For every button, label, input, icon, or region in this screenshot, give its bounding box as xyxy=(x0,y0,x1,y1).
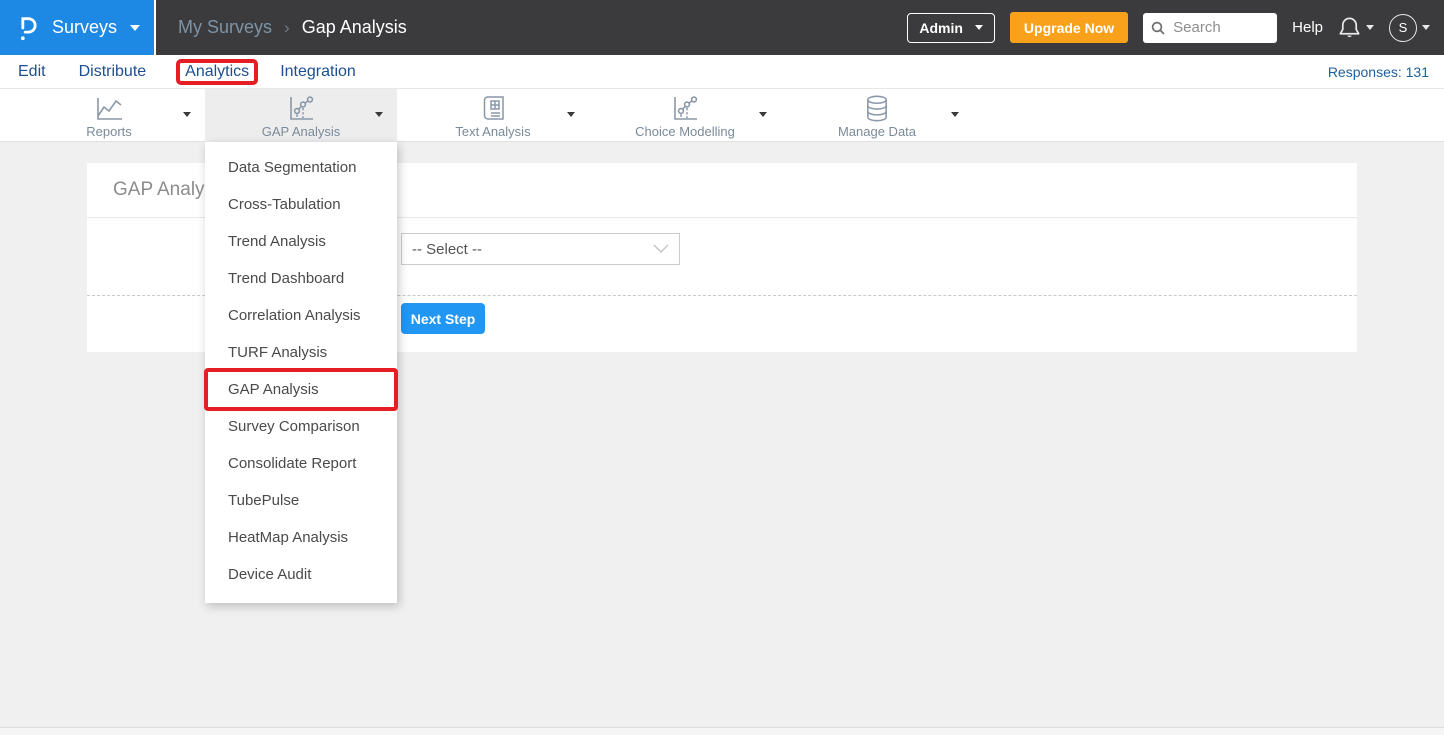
text-document-icon xyxy=(480,93,507,123)
question-select-value: -- Select -- xyxy=(412,241,482,258)
toolbar-item-label: Reports xyxy=(86,124,132,139)
account-menu[interactable]: S xyxy=(1389,14,1430,42)
chevron-down-icon xyxy=(975,25,983,30)
search-input[interactable] xyxy=(1171,18,1263,37)
tab-edit[interactable]: Edit xyxy=(18,63,46,81)
toolbar-item-label: Text Analysis xyxy=(455,124,530,139)
menu-item-data-segmentation[interactable]: Data Segmentation xyxy=(205,149,397,186)
questionpro-logo-icon xyxy=(16,14,39,42)
search-icon xyxy=(1151,21,1165,35)
breadcrumb-separator: › xyxy=(284,18,290,38)
menu-item-correlation-analysis[interactable]: Correlation Analysis xyxy=(205,297,397,334)
tab-integration[interactable]: Integration xyxy=(280,63,356,81)
surveys-product-menu[interactable]: Surveys xyxy=(0,0,156,55)
tab-analytics[interactable]: Analytics xyxy=(176,59,258,85)
responses-count: Responses: 131 xyxy=(1328,64,1429,80)
chevron-down-icon xyxy=(1366,25,1374,30)
database-icon xyxy=(863,93,891,123)
toolbar-item-choice-modelling[interactable]: Choice Modelling xyxy=(589,89,781,142)
chevron-down-icon xyxy=(1422,25,1430,30)
menu-item-trend-dashboard[interactable]: Trend Dashboard xyxy=(205,260,397,297)
avatar: S xyxy=(1389,14,1417,42)
breadcrumb-current: Gap Analysis xyxy=(302,17,407,38)
gap-analysis-dropdown-menu: Data Segmentation Cross-Tabulation Trend… xyxy=(205,142,397,603)
next-step-button[interactable]: Next Step xyxy=(401,303,485,334)
toolbar-item-label: Choice Modelling xyxy=(635,124,735,139)
menu-item-trend-analysis[interactable]: Trend Analysis xyxy=(205,223,397,260)
toolbar-item-label: GAP Analysis xyxy=(262,124,341,139)
chevron-down-icon xyxy=(375,112,383,117)
toolbar-item-text-analysis[interactable]: Text Analysis xyxy=(397,89,589,142)
admin-dropdown-button[interactable]: Admin xyxy=(907,13,995,43)
toolbar-item-manage-data[interactable]: Manage Data xyxy=(781,89,973,142)
menu-item-consolidate-report[interactable]: Consolidate Report xyxy=(205,445,397,482)
chevron-down-icon xyxy=(567,112,575,117)
chevron-down-icon xyxy=(130,25,140,31)
breadcrumb-my-surveys[interactable]: My Surveys xyxy=(178,17,272,38)
survey-nav-bar: Edit Distribute Analytics Integration Re… xyxy=(0,55,1444,89)
breadcrumb: My Surveys › Gap Analysis xyxy=(178,17,407,38)
menu-item-survey-comparison[interactable]: Survey Comparison xyxy=(205,408,397,445)
chevron-down-icon xyxy=(183,112,191,117)
tab-analytics-label: Analytics xyxy=(185,63,249,83)
footer-bar xyxy=(0,727,1444,735)
menu-item-tubepulse[interactable]: TubePulse xyxy=(205,482,397,519)
menu-item-label: GAP Analysis xyxy=(228,381,319,398)
notifications-menu[interactable] xyxy=(1338,15,1374,40)
toolbar-item-label: Manage Data xyxy=(838,124,916,139)
analytics-toolbar: Reports GAP Analysis xyxy=(0,89,1444,142)
search-box[interactable] xyxy=(1143,13,1277,43)
menu-item-cross-tabulation[interactable]: Cross-Tabulation xyxy=(205,186,397,223)
admin-label: Admin xyxy=(919,20,963,36)
menu-item-gap-analysis[interactable]: GAP Analysis xyxy=(205,371,397,408)
toolbar-item-reports[interactable]: Reports xyxy=(13,89,205,142)
question-select[interactable]: -- Select -- xyxy=(401,233,680,265)
menu-item-turf-analysis[interactable]: TURF Analysis xyxy=(205,334,397,371)
chevron-down-icon xyxy=(653,244,669,254)
chevron-down-icon xyxy=(951,112,959,117)
top-header-bar: Surveys My Surveys › Gap Analysis Admin … xyxy=(0,0,1444,55)
tab-distribute[interactable]: Distribute xyxy=(79,63,147,81)
menu-item-heatmap-analysis[interactable]: HeatMap Analysis xyxy=(205,519,397,556)
menu-item-device-audit[interactable]: Device Audit xyxy=(205,556,397,593)
bell-icon xyxy=(1338,15,1361,40)
toolbar-item-gap-analysis[interactable]: GAP Analysis xyxy=(205,89,397,142)
chevron-down-icon xyxy=(759,112,767,117)
choice-scatter-icon xyxy=(670,93,700,123)
header-actions: Admin Upgrade Now Help S xyxy=(907,12,1444,43)
upgrade-now-button[interactable]: Upgrade Now xyxy=(1010,12,1128,43)
help-link[interactable]: Help xyxy=(1292,19,1323,36)
avatar-initial: S xyxy=(1399,20,1408,35)
line-chart-icon xyxy=(94,93,124,123)
product-label: Surveys xyxy=(52,17,117,38)
gap-scatter-icon xyxy=(286,93,316,123)
